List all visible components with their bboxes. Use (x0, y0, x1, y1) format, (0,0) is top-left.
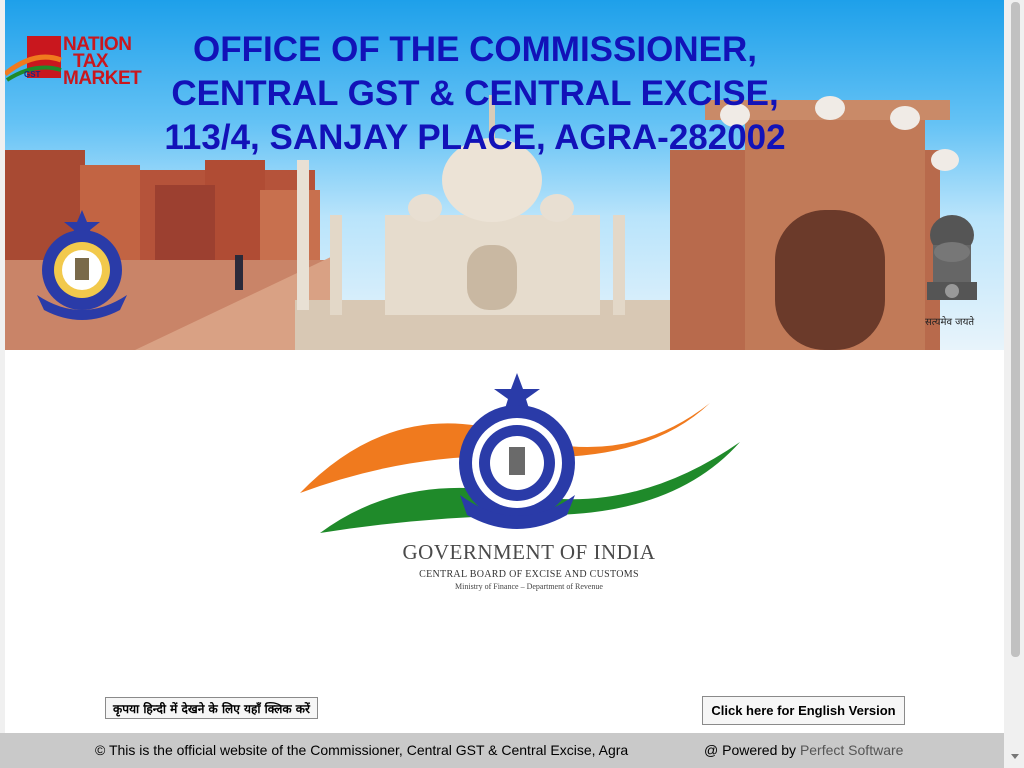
ministry-line: Ministry of Finance – Department of Reve… (455, 582, 603, 591)
gst-logo-text: NATION TAX MARKET (63, 34, 142, 89)
page: NATION TAX MARKET GST OFFICE OF THE COMM… (0, 0, 1004, 768)
title-line-2: CENTRAL GST & CENTRAL EXCISE, (171, 74, 779, 113)
hindi-version-button[interactable]: कृपया हिन्दी में देखने के लिए यहाँ क्लिक… (105, 697, 318, 719)
footer-powered-by: @ Powered by Perfect Software (704, 742, 903, 758)
national-emblem-icon (927, 215, 977, 300)
office-title: OFFICE OF THE COMMISSIONER, CENTRAL GST … (145, 28, 805, 160)
emblem-caption: सत्यमेव जयते (925, 317, 975, 328)
scrollbar-thumb[interactable] (1011, 2, 1020, 657)
title-line-3: 113/4, SANJAY PLACE, AGRA-282002 (164, 118, 786, 157)
goi-title: GOVERNMENT OF INDIA (402, 540, 656, 564)
perfect-software-link[interactable]: Perfect Software (800, 742, 904, 758)
footer: © This is the official website of the Co… (0, 733, 1004, 768)
cbic-seal-icon (37, 210, 127, 320)
powered-by-label: @ Powered by (704, 742, 797, 758)
vertical-scrollbar[interactable] (1007, 0, 1024, 768)
english-version-button[interactable]: Click here for English Version (702, 696, 905, 725)
scroll-down-arrow-icon[interactable] (1011, 754, 1019, 759)
gst-tag: GST (24, 70, 41, 79)
header-banner: NATION TAX MARKET GST OFFICE OF THE COMM… (5, 0, 1004, 350)
board-line: CENTRAL BOARD OF EXCISE AND CUSTOMS (419, 569, 639, 580)
title-line-1: OFFICE OF THE COMMISSIONER, (193, 30, 757, 69)
footer-copyright: © This is the official website of the Co… (95, 742, 629, 758)
